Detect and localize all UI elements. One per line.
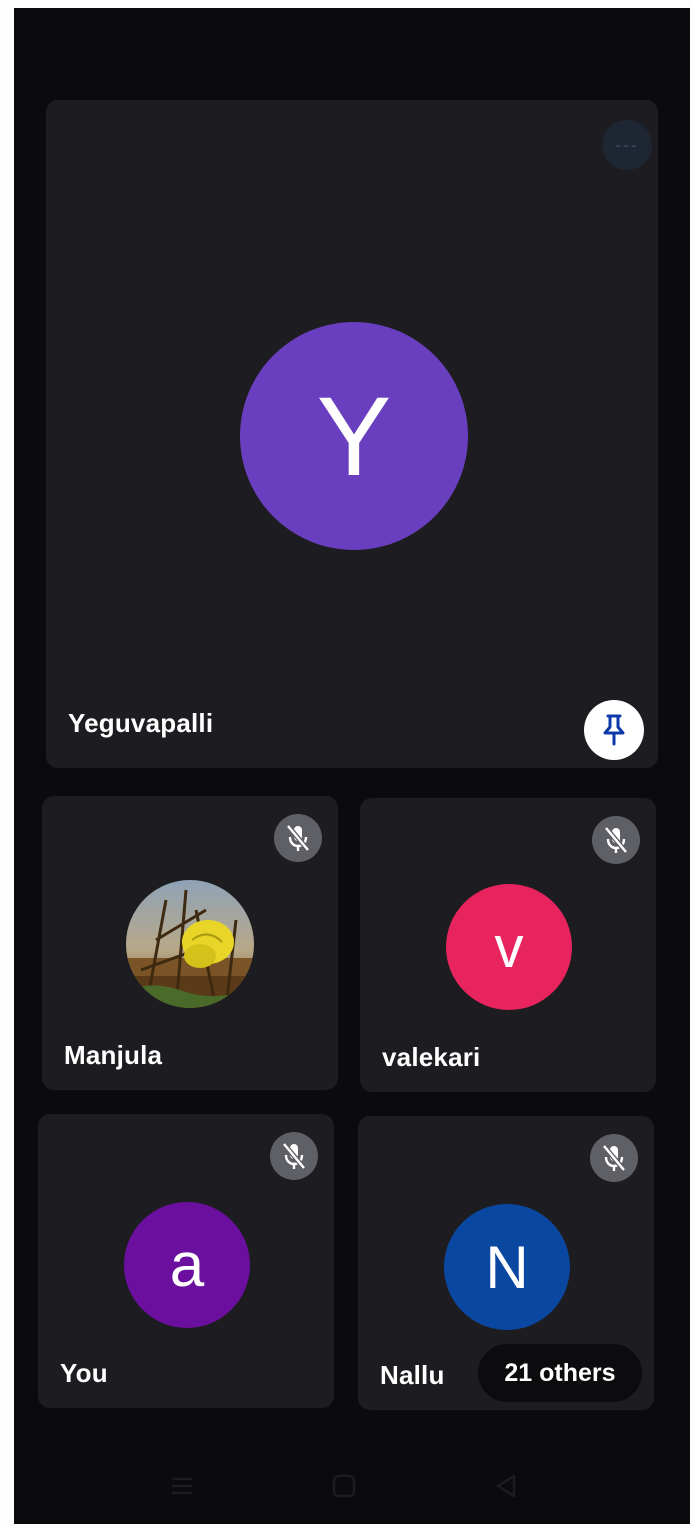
avatar-initial: N [485,1233,529,1301]
others-chip-label: 21 others [504,1358,616,1387]
mic-off-icon [282,1142,306,1170]
mic-off-icon [286,824,310,852]
participant-tile[interactable]: Manjula [42,796,338,1090]
back-button[interactable] [486,1466,526,1506]
participant-tile[interactable]: v valekari [360,798,656,1092]
participant-tile[interactable]: N Nallu 21 others [358,1116,654,1410]
pin-button[interactable] [584,700,644,760]
home-icon [332,1474,356,1498]
more-options-button[interactable]: --- [602,120,652,170]
mute-status [270,1132,318,1180]
main-participant-name: Yeguvapalli [68,708,214,738]
avatar-initial: v [494,914,524,980]
mic-off-icon [602,1144,626,1172]
participant-name: You [60,1358,108,1388]
participant-avatar: v [446,884,572,1010]
flower-photo [126,880,254,1008]
avatar-initial: Y [316,373,392,499]
more-icon: --- [615,134,639,155]
participant-avatar: N [444,1204,570,1330]
participant-avatar: a [124,1202,250,1328]
participant-tile[interactable]: a You [38,1114,334,1408]
mic-off-icon [604,826,628,854]
mute-status [592,816,640,864]
back-icon [496,1474,516,1498]
home-button[interactable] [324,1466,364,1506]
participant-name: Manjula [64,1040,163,1070]
main-participant-tile[interactable]: --- Y Yeguvapalli [46,100,658,768]
mute-status [274,814,322,862]
avatar-initial: a [169,1230,205,1300]
system-nav-bar [14,1448,690,1524]
meeting-screen: --- Y Yeguvapalli Manjula v valekari a Y… [14,8,690,1524]
recents-button[interactable] [162,1466,202,1506]
others-chip[interactable]: 21 others [478,1344,642,1402]
mute-status [590,1134,638,1182]
pin-icon [603,714,625,746]
participant-name: Nallu [380,1360,445,1390]
main-participant-avatar: Y [240,322,468,550]
participant-name: valekari [382,1042,481,1072]
menu-icon [172,1477,192,1495]
participant-photo-avatar [126,880,254,1008]
